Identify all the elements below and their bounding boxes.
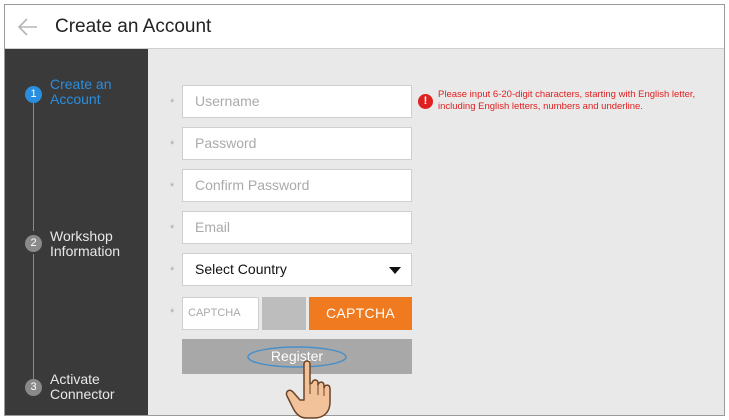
step-1-label: Create an Account [50,76,112,107]
required-marker: * [170,139,175,151]
step-connector-line [33,254,34,379]
email-input[interactable]: Email [182,211,412,244]
steps-sidebar: 1 Create an Account 2 Workshop Informati… [5,49,148,415]
country-select[interactable]: Select Country [182,253,412,286]
error-icon: ! [418,94,433,109]
app-frame: Create an Account 1 Create an Account 2 … [4,4,725,419]
captcha-image [262,297,306,330]
pointing-hand-icon [285,360,331,419]
back-arrow-icon[interactable] [17,16,39,38]
required-marker: * [170,97,175,109]
error-message: Please input 6-20-digit characters, star… [438,89,696,112]
country-select-value: Select Country [195,261,287,277]
step-1-number: 1 [25,86,42,103]
required-marker: * [170,307,175,319]
username-input[interactable]: Username [182,85,412,118]
dropdown-caret-icon [389,267,401,274]
title-bar: Create an Account [5,5,724,49]
page-title: Create an Account [55,16,212,37]
step-connector-line [33,101,34,231]
password-input[interactable]: Password [182,127,412,160]
step-3-number: 3 [25,379,42,396]
step-2-label: Workshop Information [50,228,121,259]
required-marker: * [170,181,175,193]
form-area: * Username * Password * Confirm Password… [148,49,724,419]
required-marker: * [170,265,175,277]
required-marker: * [170,223,175,235]
step-3-label: Activate Connector [50,371,115,402]
confirm-password-input[interactable]: Confirm Password [182,169,412,202]
captcha-button[interactable]: CAPTCHA [309,297,412,330]
step-2-number: 2 [25,235,42,252]
captcha-input[interactable]: CAPTCHA [182,297,259,330]
